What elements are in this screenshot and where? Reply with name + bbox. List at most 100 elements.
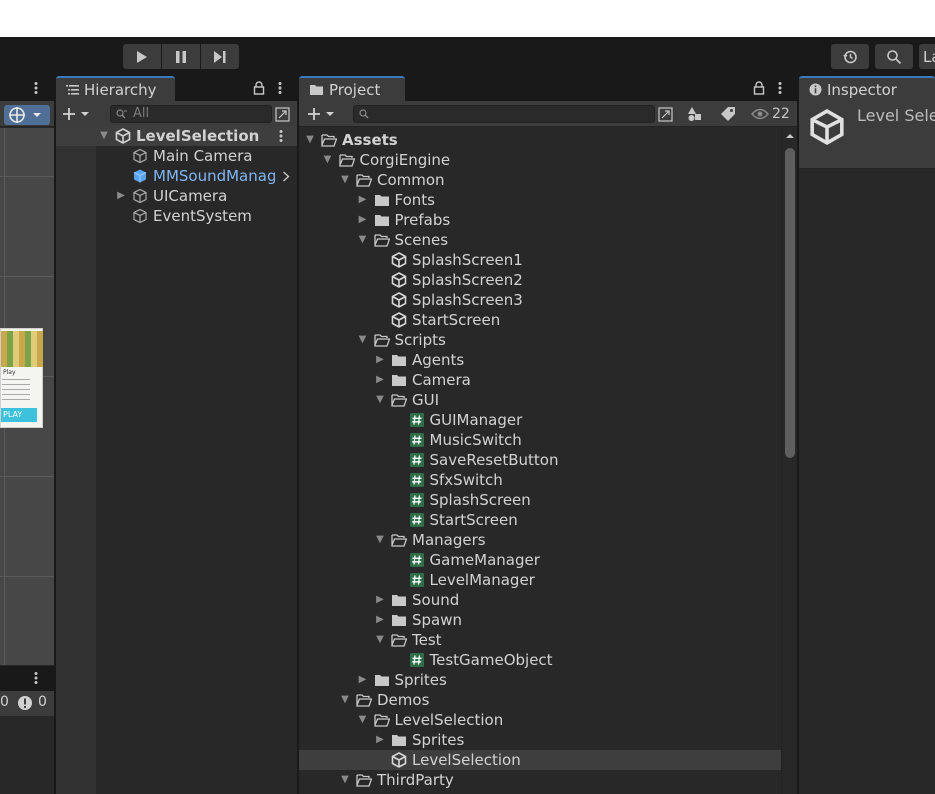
more-icon[interactable] [777, 81, 783, 95]
project-item-label: SplashScreen [429, 491, 531, 509]
project-scrollbar[interactable] [781, 128, 797, 794]
project-item[interactable]: ▶ Spawn [299, 610, 781, 630]
project-item[interactable]: ▶ Sprites [299, 670, 781, 690]
project-item[interactable]: ▼ Scripts [299, 330, 781, 350]
project-item[interactable]: SfxSwitch [299, 470, 781, 490]
project-item[interactable]: ▼ ThirdParty [299, 770, 781, 790]
project-item[interactable]: TestGameObject [299, 650, 781, 670]
collapse-arrow-icon[interactable]: ▶ [357, 210, 369, 230]
project-item[interactable]: LevelSelection [299, 750, 781, 770]
project-item[interactable]: SplashScreen [299, 490, 781, 510]
tab-hierarchy[interactable]: Hierarchy [56, 76, 175, 101]
project-item[interactable]: SplashScreen2 [299, 270, 781, 290]
project-item[interactable]: ▶ Camera [299, 370, 781, 390]
create-dropdown[interactable] [307, 105, 341, 123]
pause-button[interactable] [162, 44, 200, 69]
chevron-right-icon[interactable] [282, 171, 290, 182]
expand-icon[interactable] [658, 107, 673, 122]
expand-arrow-icon[interactable]: ▼ [339, 170, 351, 190]
expand-arrow-icon[interactable]: ▼ [339, 690, 351, 710]
expand-arrow-icon[interactable]: ▶ [115, 186, 127, 206]
expand-arrow-icon[interactable]: ▼ [357, 710, 369, 730]
collapse-arrow-icon[interactable]: ▶ [374, 350, 386, 370]
project-item[interactable]: ▶ Fonts [299, 190, 781, 210]
gizmo-toggle-button[interactable] [4, 105, 50, 125]
step-button[interactable] [201, 44, 239, 69]
label-tag-icon[interactable] [720, 106, 736, 122]
hierarchy-item[interactable]: EventSystem [56, 206, 297, 226]
hierarchy-scene-row[interactable]: ▼ LevelSelection [56, 126, 297, 146]
project-item[interactable]: SplashScreen1 [299, 250, 781, 270]
hierarchy-panel: Hierarchy All ▼ LevelSelection Main Came… [56, 76, 297, 794]
collapse-arrow-icon[interactable]: ▶ [374, 370, 386, 390]
scene-viewport[interactable]: Play PLAY [0, 128, 54, 665]
project-item[interactable]: ▼ Managers [299, 530, 781, 550]
project-item[interactable]: ▶ Sprites [299, 730, 781, 750]
expand-arrow-icon[interactable]: ▼ [357, 330, 369, 350]
undo-history-button[interactable] [831, 44, 869, 69]
project-item[interactable]: ▼ Common [299, 170, 781, 190]
project-item[interactable]: StartScreen [299, 510, 781, 530]
expand-arrow-icon[interactable]: ▼ [322, 150, 334, 170]
lock-icon[interactable] [253, 81, 265, 95]
project-item[interactable]: ▼ LevelSelection [299, 710, 781, 730]
project-item[interactable]: ▼ Demos [299, 690, 781, 710]
project-item[interactable]: ▼ Test [299, 630, 781, 650]
play-button[interactable] [123, 44, 161, 69]
project-item-label: Assets [342, 131, 398, 149]
tab-inspector[interactable]: Inspector [799, 76, 935, 101]
unity-scene-icon [810, 109, 844, 145]
search-icon [359, 109, 369, 119]
layers-dropdown[interactable]: La [919, 44, 935, 69]
search-button[interactable] [875, 44, 913, 69]
collapse-arrow-icon[interactable]: ▶ [374, 590, 386, 610]
project-item[interactable]: StartScreen [299, 310, 781, 330]
hierarchy-item[interactable]: ▶ UICamera [56, 186, 297, 206]
expand-arrow-icon[interactable]: ▼ [357, 230, 369, 250]
error-count[interactable]: 0 [38, 694, 47, 710]
project-item[interactable]: ▶ Sound [299, 590, 781, 610]
scrollbar-thumb[interactable] [785, 148, 795, 458]
project-item[interactable]: ▼ GUI [299, 390, 781, 410]
more-icon[interactable] [33, 671, 39, 685]
project-item[interactable]: LevelManager [299, 570, 781, 590]
project-item[interactable]: GameManager [299, 550, 781, 570]
project-item[interactable]: ▼ CorgiEngine [299, 150, 781, 170]
hierarchy-item[interactable]: MMSoundManag [56, 166, 297, 186]
expand-arrow-icon[interactable]: ▼ [374, 530, 386, 550]
collapse-arrow-icon[interactable]: ▶ [357, 190, 369, 210]
warning-count[interactable]: 0 [0, 694, 9, 710]
create-dropdown[interactable] [62, 105, 96, 123]
project-item[interactable]: ▼ Assets [299, 130, 781, 150]
expand-icon[interactable] [275, 107, 290, 122]
project-item-label: TestGameObject [429, 651, 553, 669]
expand-arrow-icon[interactable]: ▼ [98, 126, 110, 146]
expand-arrow-icon[interactable]: ▼ [374, 630, 386, 650]
scroll-up-icon[interactable] [785, 132, 795, 140]
expand-arrow-icon[interactable]: ▼ [339, 770, 351, 790]
collapse-arrow-icon[interactable]: ▶ [374, 610, 386, 630]
project-item[interactable]: GUIManager [299, 410, 781, 430]
hidden-packages-toggle[interactable]: 22 [751, 104, 795, 124]
project-item[interactable]: SplashScreen3 [299, 290, 781, 310]
expand-arrow-icon[interactable]: ▼ [374, 390, 386, 410]
project-item-label: GameManager [429, 551, 540, 569]
filter-by-type-icon[interactable] [687, 106, 703, 122]
collapse-arrow-icon[interactable]: ▶ [357, 670, 369, 690]
project-item[interactable]: MusicSwitch [299, 430, 781, 450]
collapse-arrow-icon[interactable]: ▶ [374, 730, 386, 750]
project-item[interactable]: ▶ Prefabs [299, 210, 781, 230]
tab-project[interactable]: Project [299, 76, 405, 101]
project-item-label: Fonts [394, 191, 435, 209]
expand-arrow-icon[interactable]: ▼ [304, 130, 316, 150]
more-icon[interactable] [278, 129, 284, 143]
more-icon[interactable] [277, 81, 283, 95]
lock-icon[interactable] [753, 81, 765, 95]
project-search-input[interactable] [353, 105, 655, 123]
more-icon[interactable] [33, 81, 39, 95]
project-item[interactable]: ▶ Agents [299, 350, 781, 370]
project-item[interactable]: SaveResetButton [299, 450, 781, 470]
hierarchy-item[interactable]: Main Camera [56, 146, 297, 166]
project-item[interactable]: ▼ Scenes [299, 230, 781, 250]
hierarchy-search-input[interactable]: All [110, 105, 272, 123]
